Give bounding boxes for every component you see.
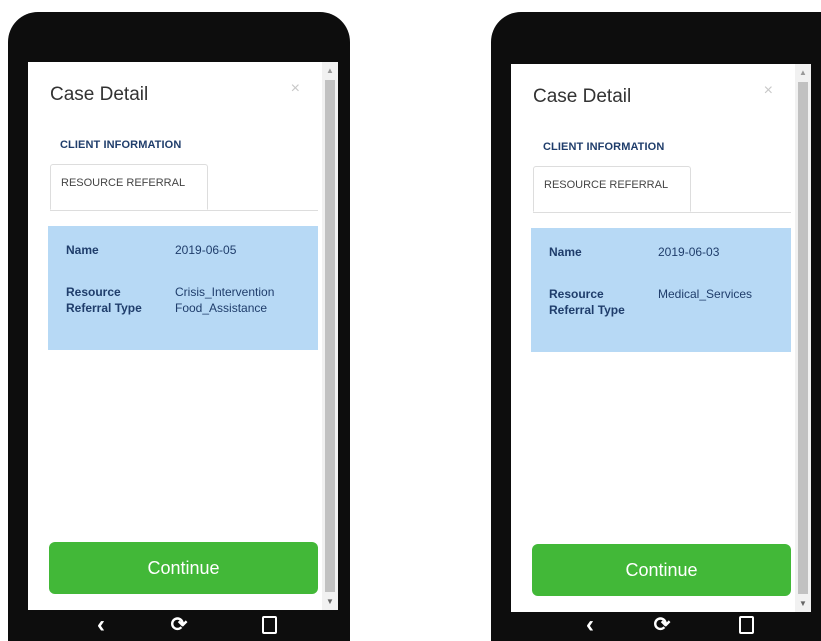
modal-title: Case Detail [533, 86, 632, 107]
scroll-down-arrow-icon[interactable]: ▼ [322, 597, 338, 606]
refresh-icon[interactable]: ⟳ [164, 612, 194, 638]
continue-button[interactable]: Continue [532, 544, 791, 596]
modal-screen: Case Detail × CLIENT INFORMATION RESOURC… [511, 64, 811, 612]
phone-frame-right: Case Detail × CLIENT INFORMATION RESOURC… [491, 12, 821, 641]
field-label: Resource Referral Type [549, 287, 625, 317]
recent-apps-icon[interactable] [731, 612, 761, 638]
back-icon[interactable]: ‹ [86, 612, 116, 638]
android-nav-bar: ‹ ⟳ [491, 610, 821, 641]
field-label: Name [66, 243, 99, 257]
close-icon[interactable]: × [291, 80, 300, 98]
scroll-up-arrow-icon[interactable]: ▲ [322, 66, 338, 75]
tab-resource-referral[interactable]: RESOURCE REFERRAL [533, 166, 691, 212]
tab-resource-referral[interactable]: RESOURCE REFERRAL [50, 164, 208, 210]
scroll-up-arrow-icon[interactable]: ▲ [795, 68, 811, 77]
refresh-icon[interactable]: ⟳ [647, 612, 677, 638]
close-icon[interactable]: × [764, 82, 773, 100]
tab-client-information[interactable]: CLIENT INFORMATION [543, 141, 664, 153]
tab-bar: RESOURCE REFERRAL [50, 164, 318, 211]
detail-card: Name 2019-06-05 Resource Referral Type C… [48, 226, 318, 350]
detail-card: Name 2019-06-03 Resource Referral Type M… [531, 228, 791, 352]
modal-screen: Case Detail × CLIENT INFORMATION RESOURC… [28, 62, 338, 610]
field-value: Crisis_Intervention Food_Assistance [175, 285, 275, 315]
scrollbar[interactable]: ▲ ▼ [322, 62, 338, 610]
scroll-down-arrow-icon[interactable]: ▼ [795, 599, 811, 608]
scrollbar[interactable]: ▲ ▼ [795, 64, 811, 612]
scroll-thumb[interactable] [325, 80, 335, 592]
android-nav-bar: ‹ ⟳ [8, 610, 350, 641]
field-label: Resource Referral Type [66, 285, 142, 315]
scroll-thumb[interactable] [798, 82, 808, 594]
field-value: 2019-06-03 [658, 245, 720, 259]
tab-bar: RESOURCE REFERRAL [533, 166, 791, 213]
field-value: 2019-06-05 [175, 243, 237, 257]
continue-button[interactable]: Continue [49, 542, 318, 594]
tab-client-information[interactable]: CLIENT INFORMATION [60, 139, 181, 151]
modal-title: Case Detail [50, 84, 149, 105]
field-value: Medical_Services [658, 287, 753, 301]
back-icon[interactable]: ‹ [575, 612, 605, 638]
recent-apps-icon[interactable] [254, 612, 284, 638]
field-label: Name [549, 245, 582, 259]
phone-frame-left: Case Detail × CLIENT INFORMATION RESOURC… [8, 12, 350, 641]
